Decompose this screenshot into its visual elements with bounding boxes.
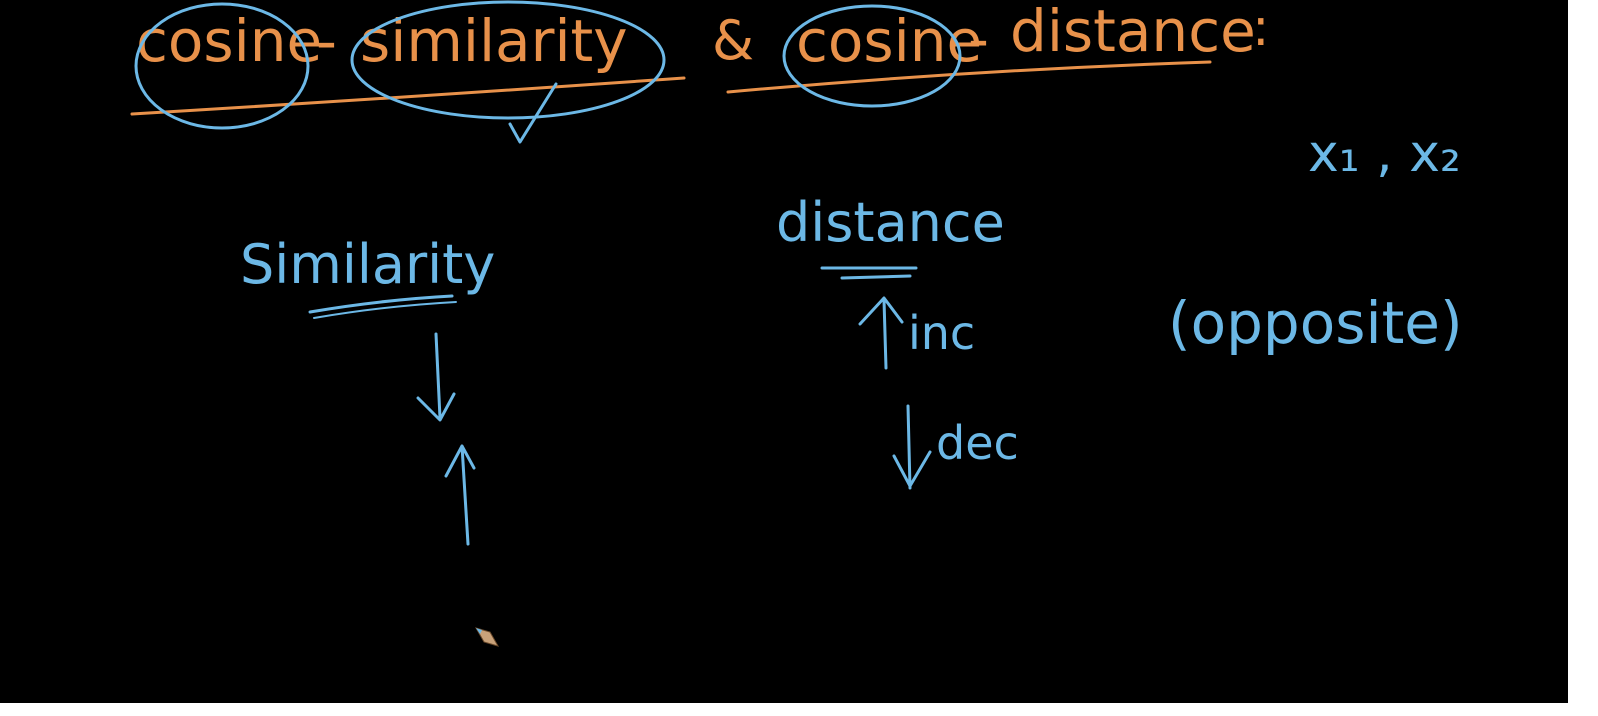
heading-underline-left: [130, 76, 686, 116]
check-mark: [508, 82, 558, 144]
down-arrow-similarity: [416, 332, 456, 422]
circle-cosine-2: [782, 4, 962, 108]
up-arrow-similarity: [444, 444, 476, 546]
similarity-underline-2: [313, 301, 457, 319]
heading-underline-right: [726, 60, 1212, 94]
ink-strokes-layer: [130, 0, 1212, 647]
up-arrow-inc: [858, 296, 904, 370]
distance-underline-2: [840, 274, 912, 280]
whiteboard-frame: cosine - similarity & cosine - distance …: [0, 0, 1598, 716]
pencil-cursor-icon: [474, 627, 500, 647]
drawing-canvas[interactable]: cosine - similarity & cosine - distance …: [0, 0, 1568, 703]
down-arrow-dec: [892, 404, 932, 490]
circle-similarity: [350, 0, 666, 120]
